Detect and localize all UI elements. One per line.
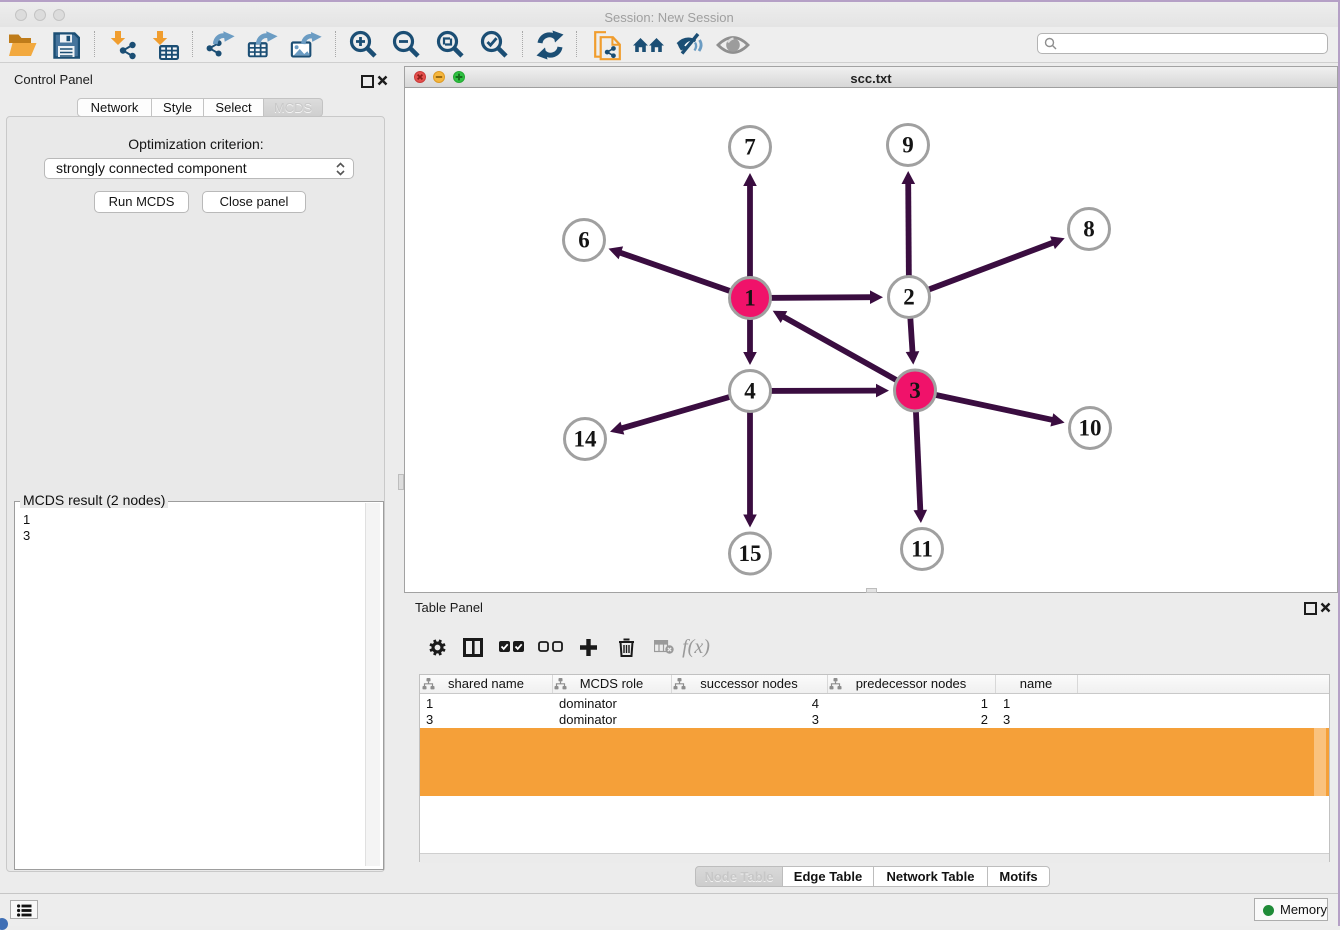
svg-text:1: 1: [744, 286, 756, 311]
svg-text:11: 11: [911, 537, 933, 562]
svg-text:15: 15: [739, 541, 762, 566]
svg-text:9: 9: [902, 133, 914, 158]
svg-text:3: 3: [909, 378, 921, 403]
svg-text:2: 2: [903, 285, 915, 310]
svg-text:14: 14: [574, 427, 598, 452]
svg-text:8: 8: [1083, 217, 1095, 242]
svg-text:4: 4: [744, 379, 756, 404]
svg-text:10: 10: [1079, 416, 1102, 441]
svg-text:7: 7: [744, 135, 756, 160]
svg-text:6: 6: [578, 228, 590, 253]
